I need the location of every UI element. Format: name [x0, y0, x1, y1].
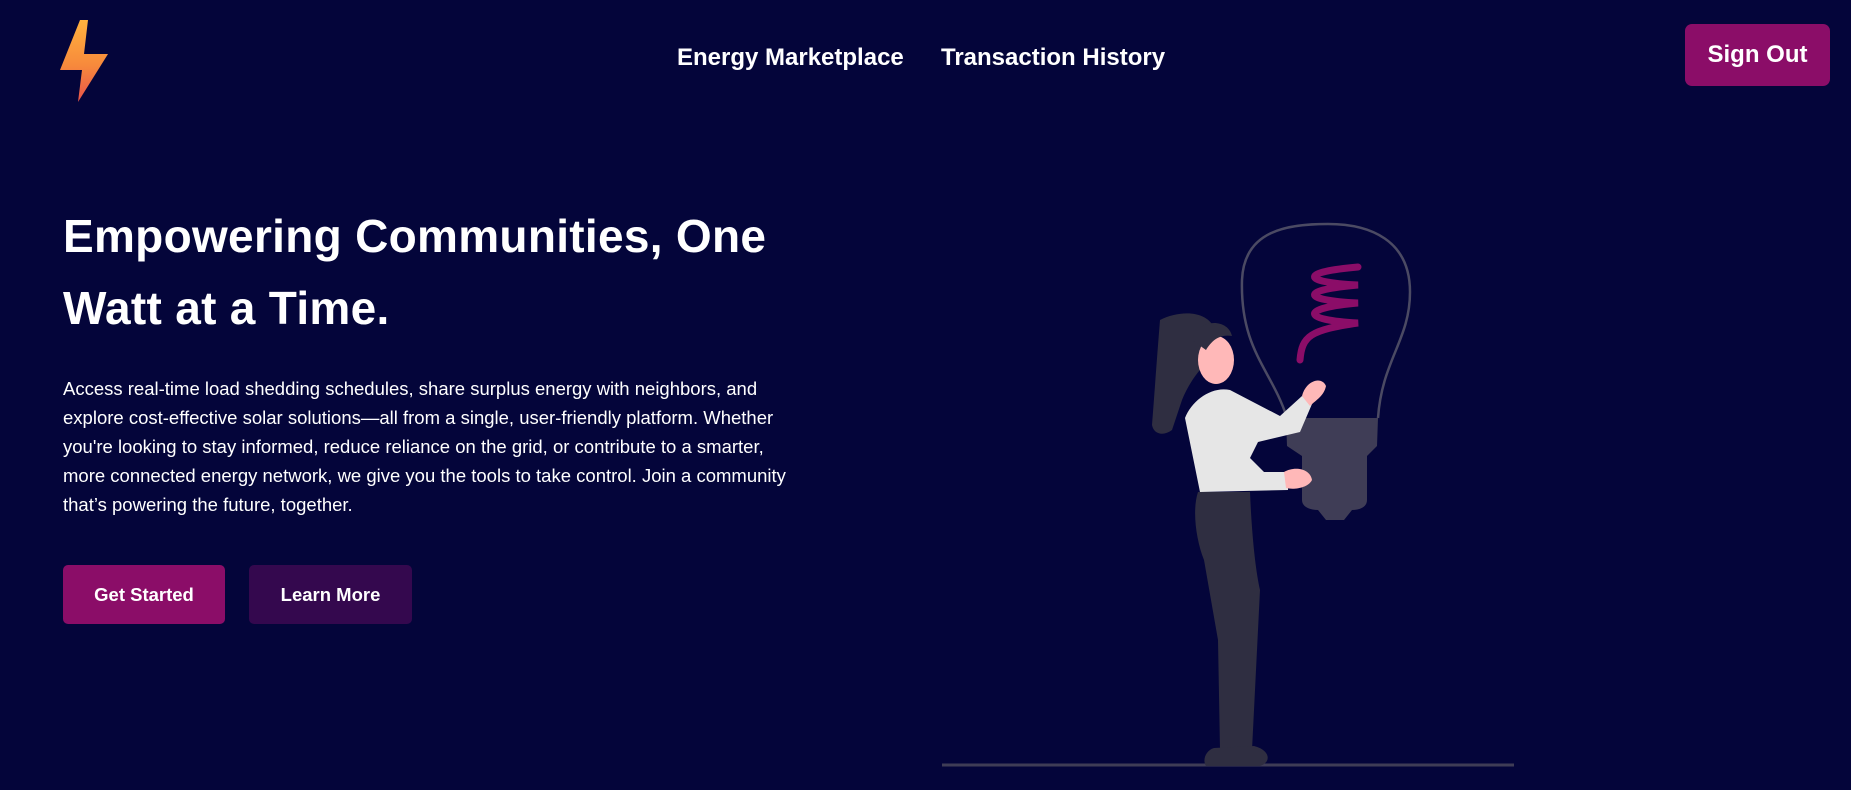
lightbulb-base	[1286, 418, 1378, 520]
hero-description-line: explore cost-effective solar solutions—a…	[63, 407, 774, 428]
main-nav: Energy Marketplace Transaction History	[0, 40, 1851, 76]
hero-title-line-1: Empowering Communities, One	[63, 210, 767, 262]
hero-description-line: Access real-time load shedding schedules…	[63, 378, 758, 399]
landing-page: Energy Marketplace Transaction History S…	[0, 0, 1851, 790]
hero-description-line: more connected energy network, we give y…	[63, 465, 786, 486]
hero-description-line: that’s powering the future, together.	[63, 494, 353, 515]
woman-shoes	[1204, 746, 1268, 766]
woman-holding-lightbulb-illustration	[942, 222, 1514, 767]
nav-energy-marketplace[interactable]: Energy Marketplace	[677, 40, 904, 76]
lightbulb-filament	[1296, 263, 1362, 364]
hero-description: Access real-time load shedding schedules…	[63, 374, 833, 519]
get-started-button[interactable]: Get Started	[63, 565, 225, 624]
hero-section: Empowering Communities, One Watt at a Ti…	[63, 200, 853, 624]
hero-description-line: you're looking to stay informed, reduce …	[63, 436, 764, 457]
nav-transaction-history[interactable]: Transaction History	[941, 40, 1165, 76]
hero-title-line-2: Watt at a Time.	[63, 282, 390, 334]
hero-title: Empowering Communities, One Watt at a Ti…	[63, 200, 853, 344]
learn-more-button[interactable]: Learn More	[249, 565, 412, 624]
header: Energy Marketplace Transaction History S…	[0, 0, 1851, 110]
sign-out-button[interactable]: Sign Out	[1685, 24, 1830, 86]
woman-pants	[1195, 492, 1260, 750]
hero-buttons: Get Started Learn More	[63, 565, 853, 624]
